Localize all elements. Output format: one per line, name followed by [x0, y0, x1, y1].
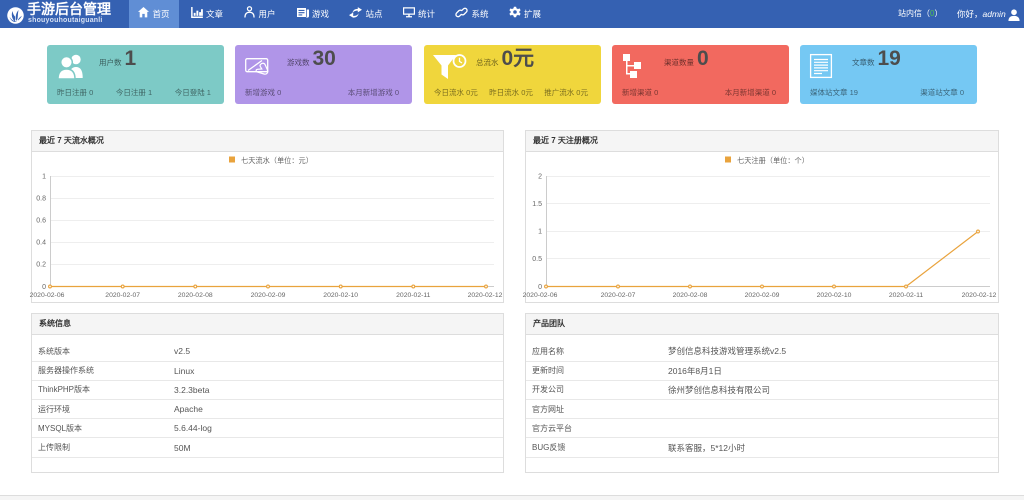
svg-text:2020-02-06: 2020-02-06 — [30, 292, 65, 299]
svg-text:2020-02-12: 2020-02-12 — [962, 292, 997, 299]
svg-text:0.8: 0.8 — [36, 196, 46, 203]
svg-text:0: 0 — [42, 284, 46, 291]
svg-text:2020-02-12: 2020-02-12 — [468, 292, 503, 299]
svg-text:2020-02-10: 2020-02-10 — [323, 292, 358, 299]
svg-text:2020-02-11: 2020-02-11 — [396, 292, 430, 299]
svg-text:1: 1 — [538, 229, 542, 236]
svg-text:2020-02-10: 2020-02-10 — [817, 292, 852, 299]
svg-text:2020-02-07: 2020-02-07 — [105, 292, 140, 299]
svg-text:2020-02-11: 2020-02-11 — [889, 292, 923, 299]
svg-text:0.5: 0.5 — [532, 256, 542, 263]
svg-text:2: 2 — [538, 174, 542, 181]
svg-text:0: 0 — [538, 284, 542, 291]
svg-text:1.5: 1.5 — [532, 201, 542, 208]
svg-text:2020-02-07: 2020-02-07 — [601, 292, 636, 299]
svg-text:2020-02-08: 2020-02-08 — [178, 292, 213, 299]
svg-text:0.6: 0.6 — [36, 218, 46, 225]
svg-text:七天注册（单位：个）: 七天注册（单位：个） — [737, 156, 809, 165]
svg-text:2020-02-08: 2020-02-08 — [673, 292, 708, 299]
svg-text:2020-02-09: 2020-02-09 — [251, 292, 286, 299]
svg-text:1: 1 — [42, 174, 46, 181]
svg-text:2020-02-06: 2020-02-06 — [523, 292, 558, 299]
svg-text:七天流水（单位：元）: 七天流水（单位：元） — [241, 156, 313, 165]
svg-text:0.4: 0.4 — [36, 240, 46, 247]
svg-text:0.2: 0.2 — [36, 262, 46, 269]
svg-text:2020-02-09: 2020-02-09 — [745, 292, 780, 299]
